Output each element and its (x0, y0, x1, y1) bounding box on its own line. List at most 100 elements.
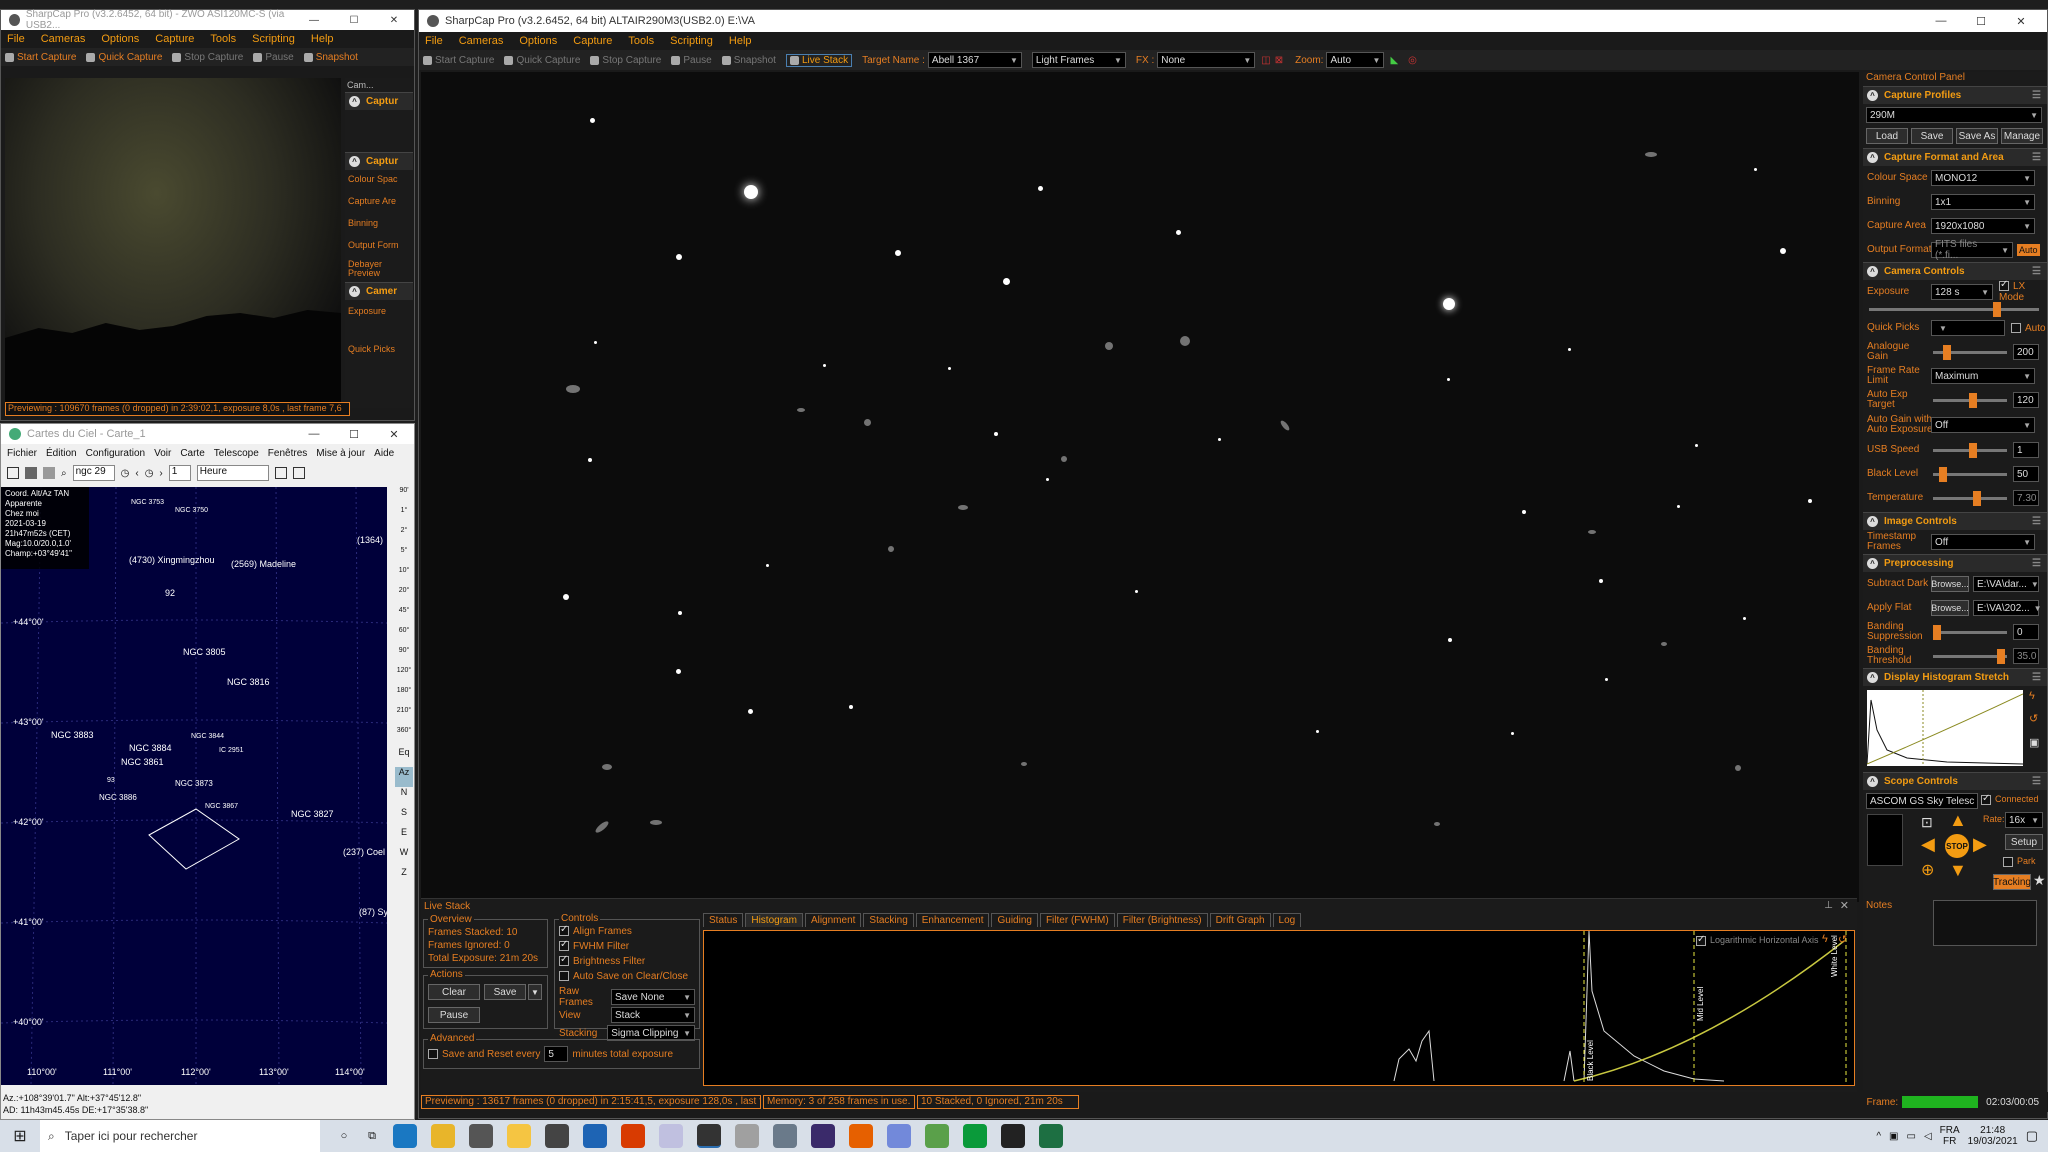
auto-stretch-icon[interactable]: ϟ (2029, 690, 2035, 702)
windows-start-icon[interactable]: ⊞ (0, 1126, 40, 1146)
timestamp-select[interactable]: Off ▼ (1931, 534, 2035, 550)
profile-save-as-button[interactable]: Save As (1956, 128, 1998, 144)
stack-histogram[interactable]: Black Level Mid Level White Level Logari… (703, 930, 1855, 1086)
camera-controls-section[interactable]: ^ Camera Controls ☰ (1863, 262, 2047, 280)
menu-icon[interactable]: ☰ (2032, 90, 2041, 101)
preprocessing-section[interactable]: ^ Preprocessing ☰ (1863, 554, 2047, 572)
quick-picks-auto-checkbox[interactable]: Auto (2011, 323, 2046, 334)
stop-capture-button[interactable]: Stop Capture (172, 52, 243, 63)
fov-60-button[interactable]: 60° (395, 627, 413, 647)
view-select[interactable]: Stack ▼ (611, 1007, 695, 1023)
menu-capture[interactable]: Capture (573, 35, 612, 47)
task-view-icon[interactable]: ⧉ (358, 1130, 386, 1143)
usb-slider[interactable] (1933, 443, 2007, 458)
snapshot-button[interactable]: Snapshot (721, 55, 776, 66)
frame-rate-select[interactable]: Maximum ▼ (1931, 368, 2035, 384)
colors-icon[interactable] (925, 1124, 949, 1148)
rate-select[interactable]: 16x ▼ (2005, 812, 2043, 828)
fov-360-button[interactable]: 360° (395, 727, 413, 747)
excel-icon[interactable] (1039, 1124, 1063, 1148)
profile-save-button[interactable]: Save (1911, 128, 1953, 144)
close-icon[interactable]: ✕ (374, 428, 414, 441)
gain-value[interactable]: 200 (2013, 344, 2039, 360)
file-explorer-icon[interactable] (507, 1124, 531, 1148)
target-icon[interactable]: ⊕ (1921, 860, 1934, 880)
side-section-camera[interactable]: ^ Camer (345, 282, 413, 300)
language-indicator[interactable]: FRA FR (1940, 1125, 1960, 1147)
cdc-title-bar[interactable]: Cartes du Ciel - Carte_1 — ☐ ✕ (1, 424, 414, 444)
start-capture-button[interactable]: Start Capture (5, 52, 76, 63)
menu-scripting[interactable]: Scripting (252, 33, 295, 45)
menu-cameras[interactable]: Cameras (459, 35, 504, 47)
pause-button[interactable]: Pause (253, 52, 294, 63)
side-section-capture-format[interactable]: ^ Captur (345, 152, 413, 170)
save-reset-checkbox[interactable] (428, 1049, 438, 1059)
west-button[interactable]: W (395, 847, 413, 867)
green-app-icon[interactable] (963, 1124, 987, 1148)
office-icon[interactable] (621, 1124, 645, 1148)
stop-capture-button[interactable]: Stop Capture (590, 55, 661, 66)
app-icon-pink[interactable] (659, 1124, 683, 1148)
menu-tools[interactable]: Tools (628, 35, 654, 47)
histogram-icon[interactable]: ◣ (1390, 55, 1398, 66)
minimize-icon[interactable]: — (294, 15, 334, 26)
cdc-menu-edition[interactable]: Édition (46, 448, 77, 459)
quick-picks-select[interactable]: ▼ (1931, 320, 2005, 336)
scope-select[interactable]: ASCOM GS Sky Telescope (1866, 793, 1978, 809)
flat-path-select[interactable]: E:\VA\202... ▼ (1973, 600, 2042, 616)
binning-select[interactable]: 1x1 ▼ (1931, 194, 2035, 210)
pause-button[interactable]: Pause (671, 55, 712, 66)
fov-90deg-button[interactable]: 90° (395, 647, 413, 667)
histogram-stretch-section[interactable]: ^ Display Histogram Stretch ☰ (1863, 668, 2047, 686)
stellarium-icon[interactable] (735, 1124, 759, 1148)
fov-20-button[interactable]: 20° (395, 587, 413, 607)
menu-file[interactable]: File (425, 35, 443, 47)
mail-icon[interactable] (583, 1124, 607, 1148)
profile-select[interactable]: 290M ▼ (1866, 107, 2042, 123)
exposure-field[interactable]: 128 s ▼ (1931, 284, 1993, 300)
image-controls-section[interactable]: ^ Image Controls ☰ (1863, 512, 2047, 530)
profile-manage-button[interactable]: Manage (2001, 128, 2043, 144)
fov-10-button[interactable]: 10° (395, 567, 413, 587)
lightning-icon[interactable]: ϟ (1822, 933, 1828, 945)
banding-threshold-slider[interactable] (1933, 649, 2007, 664)
close-live-stack-icon[interactable]: ✕ (1840, 899, 1849, 912)
reticle-icon[interactable]: ◎ (1408, 55, 1417, 66)
fullscreen-icon[interactable] (292, 467, 305, 479)
menu-file[interactable]: File (7, 33, 25, 45)
close-icon[interactable]: ✕ (2001, 15, 2041, 28)
usb-value[interactable]: 1 (2013, 442, 2039, 458)
tab-filter-brightness[interactable]: Filter (Brightness) (1116, 913, 1208, 927)
volume-icon[interactable]: ◁ (1924, 1131, 1932, 1142)
cdc-step-field[interactable]: 1 (168, 465, 191, 481)
dark-path-select[interactable]: E:\VA\dar... ▼ (1973, 576, 2039, 592)
clock[interactable]: 21:48 19/03/2021 (1968, 1125, 2018, 1147)
start-capture-button[interactable]: Start Capture (423, 55, 494, 66)
black-level-slider[interactable] (1933, 467, 2007, 482)
tracking-button[interactable]: Tracking (1993, 874, 2031, 890)
profile-load-button[interactable]: Load (1866, 128, 1908, 144)
back-icon[interactable]: ‹ (135, 468, 138, 479)
cdc-menu-mise-a-jour[interactable]: Mise à jour (316, 448, 365, 459)
align-frames-checkbox[interactable]: Align Frames (559, 924, 695, 941)
save-button[interactable]: Save (484, 984, 526, 1000)
log-axis-checkbox[interactable]: Logarithmic Horizontal Axis (1696, 934, 1819, 946)
setup-button[interactable]: Setup (2005, 834, 2043, 850)
maximize-icon[interactable]: ☐ (334, 15, 374, 26)
sky-chart[interactable]: Coord. Alt/Az TAN Apparente Chez moi 2021-0… (1, 487, 387, 1085)
auto-gain-select[interactable]: Off ▼ (1931, 417, 2035, 433)
cdc-unit-select[interactable]: Heure (196, 465, 269, 481)
reset-stretch-icon[interactable]: ↺ (2029, 712, 2038, 725)
pause-button[interactable]: Pause (428, 1007, 480, 1023)
fov-1-button[interactable]: 1° (395, 507, 413, 527)
photos-icon[interactable] (469, 1124, 493, 1148)
minimize-icon[interactable]: — (294, 428, 334, 441)
north-button[interactable]: N (395, 787, 413, 807)
grid-icon[interactable] (25, 467, 37, 479)
arrow-down-icon[interactable]: ▼ (1949, 860, 1967, 881)
menu-tools[interactable]: Tools (210, 33, 236, 45)
fx-select[interactable]: None ▼ (1157, 52, 1256, 68)
display-histogram[interactable] (1866, 690, 2024, 766)
search-icon[interactable]: ⌕ (61, 468, 67, 479)
astro-app-icon[interactable] (811, 1124, 835, 1148)
